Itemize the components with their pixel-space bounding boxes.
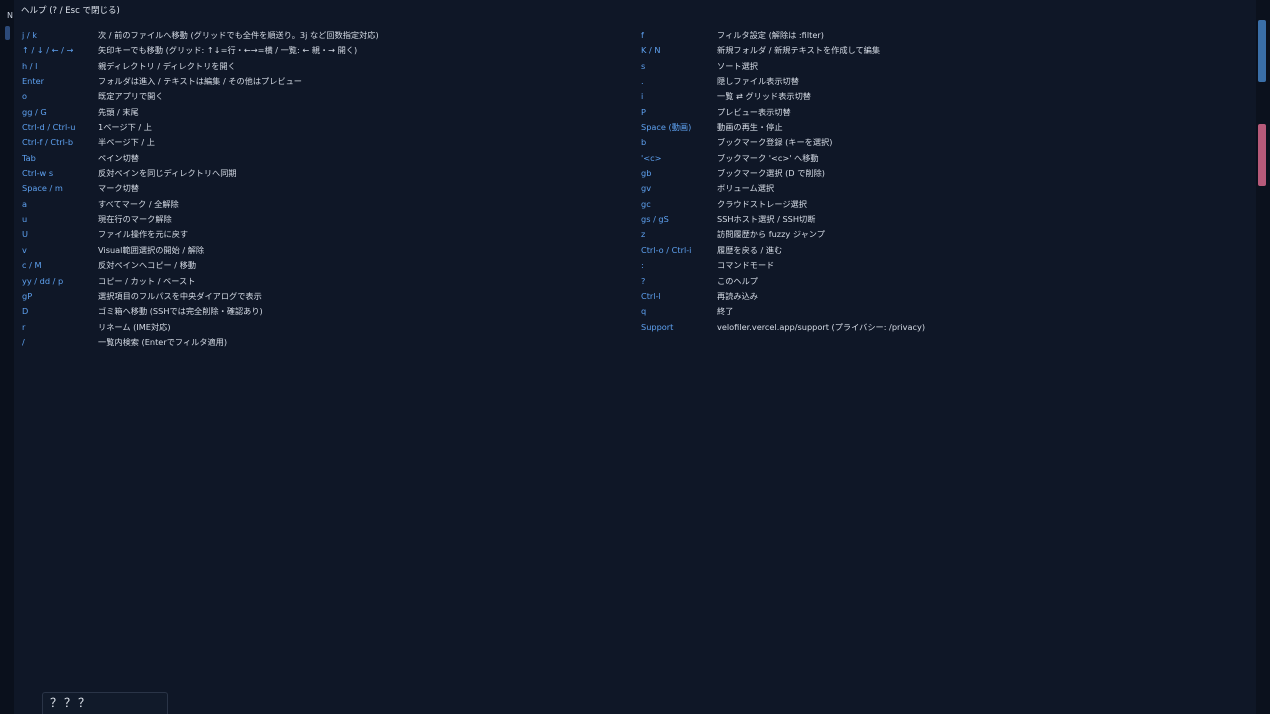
- help-key: ?: [641, 275, 646, 286]
- help-description: 一覧内検索 (Enterでフィルタ適用): [98, 336, 228, 347]
- help-description: SSHホスト選択 / SSH切断: [717, 214, 816, 225]
- help-description: 終了: [717, 306, 734, 317]
- help-description: ボリューム選択: [717, 183, 775, 194]
- scrollbar-thumb[interactable]: [1258, 20, 1266, 82]
- help-description: コマンドモード: [717, 260, 775, 271]
- help-key: v: [22, 244, 27, 255]
- ime-text: ？？？: [50, 696, 93, 710]
- pane-selection-indicator: [5, 26, 10, 40]
- help-description: 反対ペインを同じディレクトリへ同期: [98, 168, 237, 179]
- help-key: P: [641, 106, 646, 117]
- help-key: ↑ / ↓ / ← / →: [22, 45, 74, 56]
- help-panel: ヘルプ (? / Esc で閉じる) j / k 次 / 前のファイルへ移動 (グ…: [14, 0, 1256, 714]
- help-description: 親ディレクトリ / ディレクトリを開く: [98, 60, 236, 71]
- help-key: z: [641, 229, 646, 240]
- help-description: ファイル操作を元に戻す: [98, 229, 189, 240]
- help-description: ブックマーク '<c>' へ移動: [717, 152, 819, 163]
- help-description: フォルダは進入 / テキストは編集 / その他はプレビュー: [98, 76, 302, 87]
- help-key: f: [641, 30, 644, 40]
- help-key: gv: [641, 183, 652, 194]
- help-description: 隠しファイル表示切替: [717, 76, 799, 87]
- help-key: gP: [22, 290, 33, 301]
- help-description: ソート選択: [717, 60, 758, 71]
- help-description: Visual範囲選択の開始 / 解除: [98, 244, 205, 255]
- help-key: Enter: [22, 76, 44, 87]
- help-key: U: [22, 229, 28, 240]
- help-description: 現在行のマーク解除: [98, 214, 172, 225]
- help-description: マーク切替: [98, 183, 139, 194]
- help-key: u: [22, 214, 28, 225]
- help-key: Space (動画): [641, 122, 692, 133]
- help-description: 既定アプリで開く: [98, 91, 164, 102]
- pane-letter: N: [7, 11, 13, 20]
- help-description: ペイン切替: [98, 152, 139, 163]
- help-description: このヘルプ: [717, 275, 758, 286]
- help-key: Ctrl-o / Ctrl-i: [641, 244, 692, 255]
- help-description: 反対ペインへコピー / 移動: [98, 260, 197, 271]
- help-key: Support: [641, 321, 674, 332]
- help-description: フィルタ設定 (解除は :filter): [717, 30, 824, 40]
- vertical-scrollbar[interactable]: [1256, 0, 1270, 714]
- help-description: 1ページ下 / 上: [98, 122, 152, 133]
- help-description: 一覧 ⇄ グリッド表示切替: [717, 91, 811, 102]
- help-description: 先頭 / 末尾: [98, 106, 139, 117]
- help-description: クラウドストレージ選択: [717, 198, 807, 209]
- left-pane-strip[interactable]: N: [0, 0, 15, 714]
- help-key: /: [22, 336, 25, 347]
- help-description: 再読み込み: [717, 290, 758, 301]
- help-key: gb: [641, 168, 652, 179]
- help-key: Tab: [22, 152, 36, 163]
- help-description: 次 / 前のファイルへ移動 (グリッドでも全件を順送り。3j など回数指定対応): [98, 30, 379, 40]
- app-window: N ヘルプ (? / Esc で閉じる) j / k 次 / 前のファイルへ移動 …: [0, 0, 1270, 714]
- help-key: Space / m: [22, 183, 63, 194]
- help-key: K / N: [641, 45, 661, 56]
- help-description: コピー / カット / ペースト: [98, 275, 196, 286]
- help-description: 半ページ下 / 上: [98, 137, 155, 148]
- help-title: ヘルプ (? / Esc で閉じる): [21, 6, 120, 16]
- help-key: i: [641, 91, 644, 102]
- help-key: b: [641, 137, 647, 148]
- help-key: Ctrl-l: [641, 290, 661, 301]
- help-key: :: [641, 260, 644, 271]
- help-key: o: [22, 91, 28, 102]
- help-description: すべてマーク / 全解除: [98, 198, 179, 209]
- help-key: gc: [641, 198, 651, 209]
- help-description: 選択項目のフルパスを中央ダイアログで表示: [98, 290, 262, 301]
- ime-composition-box: ？？？: [42, 692, 168, 714]
- help-description: 訪問履歴から fuzzy ジャンプ: [717, 229, 825, 240]
- help-description: 履歴を戻る / 進む: [717, 244, 783, 255]
- help-description: プレビュー表示切替: [717, 106, 791, 117]
- help-key: a: [22, 198, 28, 209]
- help-description: ブックマーク登録 (キーを選択): [717, 137, 833, 148]
- help-key: Ctrl-w s: [22, 168, 54, 179]
- help-key: r: [22, 321, 26, 332]
- help-key: Ctrl-d / Ctrl-u: [22, 122, 76, 133]
- help-description: ゴミ箱へ移動 (SSHでは完全削除・確認あり): [98, 306, 263, 317]
- help-key: q: [641, 306, 647, 317]
- help-description: ブックマーク選択 (D で削除): [717, 168, 825, 179]
- help-key: gg / G: [22, 106, 47, 117]
- help-key: h / l: [22, 60, 38, 71]
- help-key: D: [22, 306, 29, 317]
- help-description: 矢印キーでも移動 (グリッド: ↑↓=行・←→=横 / 一覧: ← 親・→ 開く…: [98, 45, 358, 56]
- help-key: s: [641, 60, 646, 71]
- scrollbar-marker: [1258, 124, 1266, 186]
- help-key: .: [641, 76, 644, 87]
- help-description: 新規フォルダ / 新規テキストを作成して編集: [717, 45, 881, 56]
- help-key: c / M: [22, 260, 42, 271]
- help-key: gs / gS: [641, 214, 669, 225]
- help-key: yy / dd / p: [22, 275, 64, 286]
- help-key: '<c>: [641, 152, 662, 163]
- help-description: リネーム (IME対応): [98, 321, 171, 332]
- help-key: j / k: [22, 30, 37, 40]
- help-description: velofiler.vercel.app/support (プライバシー: /p…: [717, 321, 926, 332]
- help-description: 動画の再生・停止: [717, 122, 783, 133]
- help-key: Ctrl-f / Ctrl-b: [22, 137, 74, 148]
